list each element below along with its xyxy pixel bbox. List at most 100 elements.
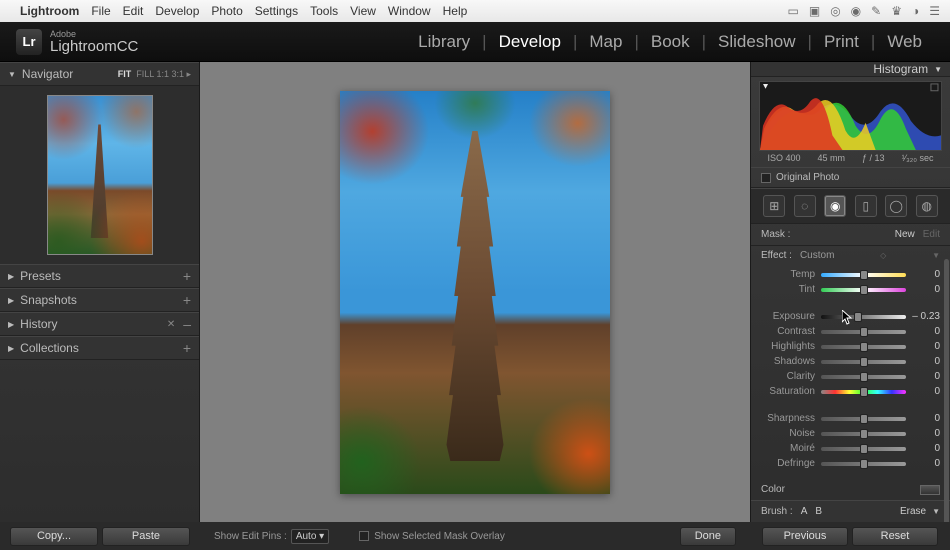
slider-value[interactable]: 0 [912, 341, 940, 352]
menu-photo[interactable]: Photo [211, 4, 242, 18]
gradient-tool-icon[interactable]: ▯ [855, 195, 877, 217]
slider-value[interactable]: 0 [912, 326, 940, 337]
slider-track[interactable] [821, 345, 906, 349]
radial-tool-icon[interactable]: ◯ [885, 195, 907, 217]
slider-knob[interactable] [860, 342, 868, 352]
collections-header[interactable]: ▶Collections+ [0, 336, 199, 360]
slider-track[interactable] [821, 288, 906, 292]
show-edit-pins-select[interactable]: Auto ▾ [291, 529, 329, 544]
slider-knob[interactable] [860, 444, 868, 454]
tray-menu-icon[interactable]: ☰ [929, 4, 940, 18]
original-photo-toggle[interactable]: Original Photo [751, 167, 950, 188]
menubar-appname[interactable]: Lightroom [20, 4, 79, 18]
crop-tool-icon[interactable]: ⊞ [763, 195, 785, 217]
slider-value[interactable]: 0 [912, 428, 940, 439]
navigator-header[interactable]: ▼ Navigator FITFILL 1:1 3:1 ▸ [0, 62, 199, 86]
module-library[interactable]: Library [406, 32, 482, 52]
slider-track[interactable] [821, 447, 906, 451]
history-header[interactable]: ▶History✕– [0, 312, 199, 336]
tray-camera-icon[interactable]: ▣ [809, 4, 820, 18]
slider-value[interactable]: 0 [912, 443, 940, 454]
slider-track[interactable] [821, 273, 906, 277]
color-swatch[interactable] [920, 485, 940, 495]
right-panel-scrollbar[interactable] [944, 259, 949, 522]
dropdown-icon[interactable]: ◇ [880, 251, 886, 260]
module-slideshow[interactable]: Slideshow [706, 32, 808, 52]
slider-track[interactable] [821, 462, 906, 466]
x-icon[interactable]: ✕ [167, 319, 175, 330]
brush-erase-button[interactable]: Erase [900, 506, 926, 517]
disclosure-icon[interactable]: ▼ [932, 251, 940, 260]
menu-tools[interactable]: Tools [310, 4, 338, 18]
mask-edit-button[interactable]: Edit [923, 229, 940, 240]
slider-value[interactable]: 0 [912, 284, 940, 295]
slider-value[interactable]: 0 [912, 371, 940, 382]
tray-cloud-icon[interactable]: ◎ [830, 4, 840, 18]
tray-shield-icon[interactable]: ♛ [891, 4, 902, 18]
snapshots-header[interactable]: ▶Snapshots+ [0, 288, 199, 312]
slider-knob[interactable] [860, 285, 868, 295]
paste-button[interactable]: Paste [102, 527, 190, 546]
photo-canvas[interactable] [200, 62, 750, 522]
slider-knob[interactable] [860, 414, 868, 424]
presets-header[interactable]: ▶Presets+ [0, 264, 199, 288]
checkbox-icon[interactable] [761, 173, 771, 183]
checkbox-icon[interactable] [359, 531, 369, 541]
slider-knob[interactable] [860, 459, 868, 469]
menu-file[interactable]: File [91, 4, 110, 18]
slider-knob[interactable] [860, 357, 868, 367]
effect-value[interactable]: Custom [800, 250, 834, 261]
slider-knob[interactable] [860, 429, 868, 439]
mask-new-button[interactable]: New [895, 229, 915, 240]
module-book[interactable]: Book [639, 32, 702, 52]
slider-track[interactable] [821, 360, 906, 364]
slider-track[interactable] [821, 315, 906, 319]
module-print[interactable]: Print [812, 32, 871, 52]
slider-track[interactable] [821, 330, 906, 334]
menu-window[interactable]: Window [388, 4, 431, 18]
slider-value[interactable]: 0 [912, 386, 940, 397]
slider-knob[interactable] [854, 312, 862, 322]
done-button[interactable]: Done [680, 527, 736, 546]
slider-knob[interactable] [860, 372, 868, 382]
menu-settings[interactable]: Settings [255, 4, 298, 18]
redeye-tool-icon[interactable]: ◉ [824, 195, 846, 217]
slider-value[interactable]: – 0.23 [912, 311, 940, 322]
slider-knob[interactable] [860, 270, 868, 280]
tray-dropdown-icon[interactable]: ◑ [912, 4, 919, 18]
slider-knob[interactable] [860, 327, 868, 337]
module-develop[interactable]: Develop [487, 32, 573, 52]
histogram-header[interactable]: Histogram▼ [751, 62, 950, 77]
module-web[interactable]: Web [875, 32, 934, 52]
menu-view[interactable]: View [350, 4, 376, 18]
tray-display-icon[interactable]: ▭ [788, 4, 799, 18]
brush-tool-icon[interactable]: ◍ [916, 195, 938, 217]
module-map[interactable]: Map [577, 32, 634, 52]
brush-b-button[interactable]: B [815, 506, 822, 517]
tray-cc-icon[interactable]: ◉ [851, 4, 861, 18]
menu-help[interactable]: Help [443, 4, 468, 18]
slider-knob[interactable] [860, 387, 868, 397]
plus-icon[interactable]: + [183, 292, 191, 308]
slider-value[interactable]: 0 [912, 458, 940, 469]
preview-photo[interactable] [340, 91, 610, 494]
plus-icon[interactable]: + [183, 340, 191, 356]
slider-track[interactable] [821, 417, 906, 421]
spot-tool-icon[interactable]: ◌ [794, 195, 816, 217]
brush-a-button[interactable]: A [801, 506, 808, 517]
slider-track[interactable] [821, 390, 906, 394]
navigator-thumbnail[interactable] [47, 95, 153, 255]
tray-evernote-icon[interactable]: ✎ [871, 4, 881, 18]
slider-value[interactable]: 0 [912, 356, 940, 367]
slider-track[interactable] [821, 375, 906, 379]
slider-track[interactable] [821, 432, 906, 436]
copy-button[interactable]: Copy... [10, 527, 98, 546]
histogram[interactable] [759, 81, 942, 151]
show-mask-overlay[interactable]: Show Selected Mask Overlay [359, 531, 505, 542]
menu-develop[interactable]: Develop [155, 4, 199, 18]
menu-edit[interactable]: Edit [123, 4, 144, 18]
slider-value[interactable]: 0 [912, 269, 940, 280]
plus-icon[interactable]: + [183, 268, 191, 284]
previous-button[interactable]: Previous [762, 527, 848, 546]
disclosure-icon[interactable]: ▼ [932, 507, 940, 516]
